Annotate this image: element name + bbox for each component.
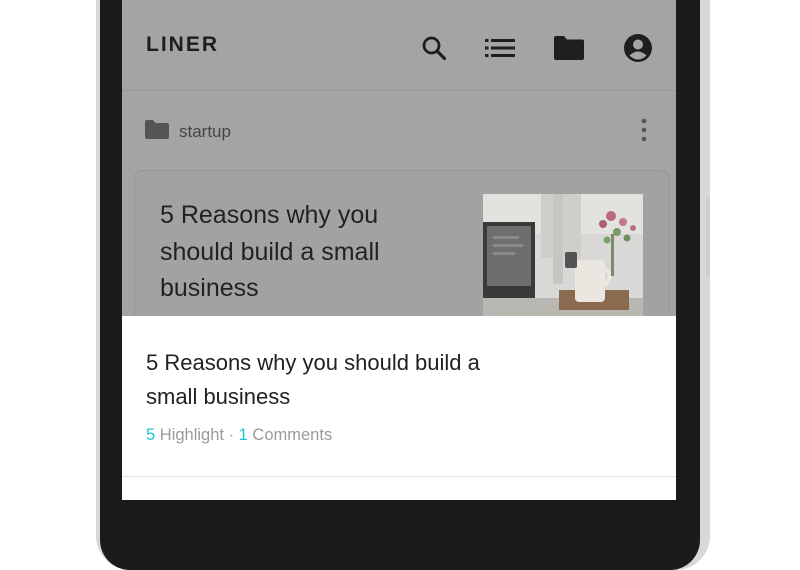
folder-name: startup (179, 122, 231, 141)
search-icon[interactable] (418, 32, 450, 64)
phone-screen: LINER startup 5 Reasons why you should b… (122, 0, 676, 500)
card-title: 5 Reasons why you should build a small b… (160, 201, 380, 302)
bottom-sheet: 5 Reasons why you should build a small b… (122, 316, 676, 500)
article-thumbnail (483, 194, 643, 320)
highlight-count: 5 (146, 426, 156, 444)
app-logo: LINER (146, 33, 219, 56)
folder-icon (144, 119, 170, 145)
sheet-article-title: 5 Reasons why you should build a small b… (146, 350, 480, 409)
comment-label: Comments (247, 426, 333, 444)
account-icon[interactable] (622, 32, 654, 64)
folder-icon[interactable] (553, 32, 585, 64)
comment-count: 1 (238, 426, 248, 444)
folder-header: startup (122, 92, 676, 170)
phone-side-button (706, 198, 710, 278)
list-icon[interactable] (484, 32, 516, 64)
more-vert-icon[interactable] (634, 116, 654, 149)
app-bar: LINER (122, 0, 676, 91)
sheet-divider (122, 476, 676, 477)
dimmed-background[interactable]: LINER startup 5 Reasons why you should b… (122, 0, 676, 342)
meta-separator: · (223, 426, 239, 444)
highlight-label: Highlight (155, 426, 224, 444)
article-stats: 5 Highlight · 1 Comments (146, 426, 332, 445)
